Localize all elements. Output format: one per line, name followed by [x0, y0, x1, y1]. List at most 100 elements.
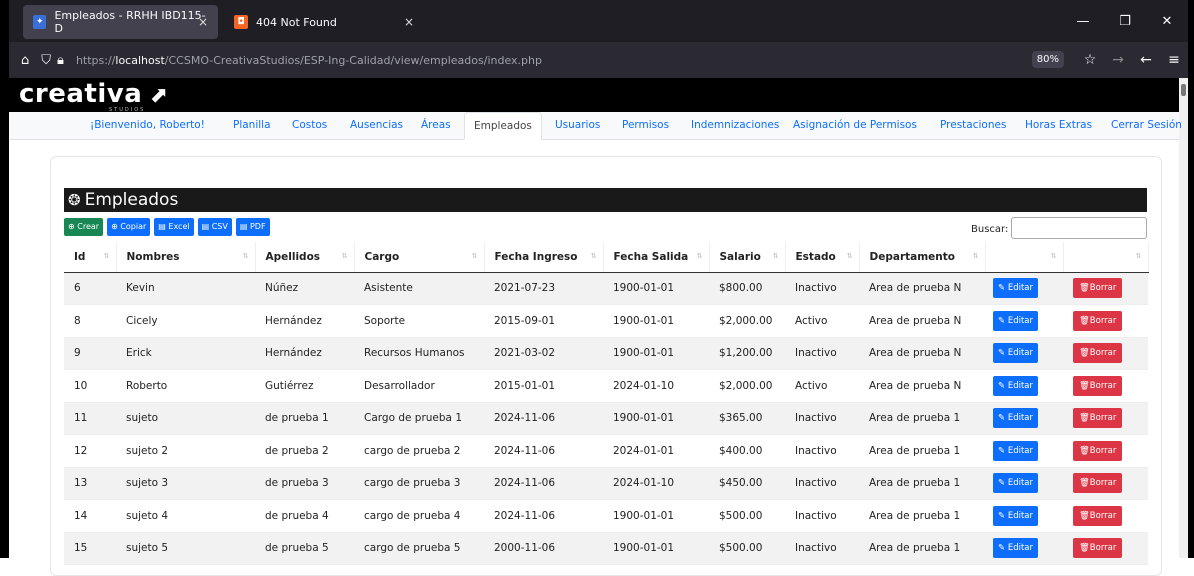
table-cell: 2024-01-10	[603, 369, 709, 403]
menu-item-areas[interactable]: Áreas	[421, 112, 451, 140]
zoom-badge[interactable]: 80%	[1031, 51, 1064, 68]
menu-item-permisos[interactable]: Permisos	[622, 112, 669, 140]
table-cell: Inactivo	[785, 272, 859, 305]
page-scrollbar[interactable]	[1179, 78, 1188, 558]
restore-icon[interactable]: ❐	[1104, 14, 1146, 29]
column-header[interactable]: ⇅	[985, 242, 1064, 273]
excel-button[interactable]: ▤ Excel	[154, 218, 194, 236]
delete-button[interactable]: 🗑︎Borrar	[1073, 440, 1123, 461]
menu-item-usuarios[interactable]: Usuarios	[555, 112, 600, 140]
delete-button[interactable]: 🗑︎Borrar	[1073, 343, 1123, 364]
column-header[interactable]: Cargo ⇅	[354, 242, 485, 273]
edit-icon: ✎	[998, 283, 1006, 294]
delete-button[interactable]: 🗑︎Borrar	[1073, 473, 1123, 494]
table-cell: Area de prueba 1	[859, 499, 985, 533]
menu-item-ausencias[interactable]: Ausencias	[350, 112, 403, 140]
delete-button[interactable]: 🗑︎Borrar	[1073, 505, 1123, 526]
edit-button[interactable]: ✎ Editar	[993, 473, 1038, 494]
sort-icon[interactable]: ⇅	[1136, 252, 1142, 260]
delete-button[interactable]: 🗑︎Borrar	[1073, 538, 1123, 559]
table-cell: Erick	[116, 337, 255, 370]
scrollbar-thumb[interactable]	[1181, 84, 1186, 96]
edit-button[interactable]: ✎ Editar	[993, 278, 1038, 299]
edit-button[interactable]: ✎ Editar	[993, 440, 1038, 461]
home-icon[interactable]: ⌂	[21, 53, 29, 68]
copy-button[interactable]: ⊕ Copiar	[107, 218, 151, 236]
browser-window: ✦ Empleados - RRHH IBD115-D × ◘ 404 Not …	[0, 0, 1194, 576]
tab-404[interactable]: ◘ 404 Not Found ×	[224, 5, 424, 39]
sort-icon[interactable]: ⇅	[697, 252, 703, 260]
column-header[interactable]: Estado ⇅	[785, 242, 860, 273]
menu-item-bienvenido[interactable]: ¡Bienvenido, Roberto!	[90, 112, 205, 140]
edit-button[interactable]: ✎ Editar	[993, 408, 1038, 429]
sort-icon[interactable]: ⇅	[472, 252, 478, 260]
sort-icon[interactable]: ⇅	[342, 252, 348, 260]
table-cell: 1900-01-01	[603, 532, 709, 565]
sort-icon[interactable]: ⇅	[243, 252, 249, 260]
column-header[interactable]: Id ⇅	[64, 242, 117, 273]
sort-icon[interactable]: ⇅	[591, 252, 597, 260]
edit-button[interactable]: ✎ Editar	[993, 375, 1038, 396]
column-header[interactable]: Fecha Salida ⇅	[603, 242, 710, 273]
forward-arrow-icon[interactable]: →	[1104, 52, 1132, 68]
menu-item-indemnizaciones[interactable]: Indemnizaciones	[691, 112, 779, 140]
menu-item-horas-extras[interactable]: Horas Extras	[1025, 112, 1092, 140]
lock-icon[interactable]: 🔒︎	[57, 53, 64, 68]
table-cell: 2024-11-06	[484, 467, 603, 500]
column-header[interactable]: Nombres ⇅	[116, 242, 256, 273]
create-button[interactable]: ⊕ Crear	[64, 218, 104, 236]
delete-button[interactable]: 🗑︎Borrar	[1073, 408, 1123, 429]
menu-icon[interactable]: ≡	[1160, 52, 1188, 68]
table-cell: sujeto 4	[116, 499, 255, 533]
column-header[interactable]: ⇅	[1063, 242, 1149, 273]
close-tab-icon[interactable]: ×	[404, 15, 414, 29]
column-header[interactable]: Apellidos ⇅	[255, 242, 355, 273]
column-header[interactable]: Salario ⇅	[709, 242, 786, 273]
sort-icon[interactable]: ⇅	[773, 252, 779, 260]
sort-icon[interactable]: ⇅	[847, 252, 853, 260]
edit-button[interactable]: ✎ Editar	[993, 310, 1038, 331]
delete-button[interactable]: 🗑︎Borrar	[1073, 278, 1123, 299]
table-cell: 1900-01-01	[603, 304, 709, 338]
close-tab-icon[interactable]: ×	[198, 15, 208, 29]
menu-item-asignacion-permisos[interactable]: Asignación de Permisos	[793, 112, 917, 140]
delete-button[interactable]: 🗑︎Borrar	[1073, 375, 1123, 396]
pdf-button[interactable]: ▤ PDF	[235, 218, 270, 236]
search-input[interactable]	[1011, 217, 1147, 239]
table-cell: Soporte	[354, 304, 484, 338]
table-row: 10 Roberto Gutiérrez Desarrollador 2015-01-0…	[64, 369, 1148, 403]
menu-item-costos[interactable]: Costos	[292, 112, 327, 140]
column-header[interactable]: Fecha Ingreso ⇅	[484, 242, 604, 273]
brand-logo[interactable]: creativa ⬈ STUDIOS	[19, 79, 169, 113]
table-cell: $400.00	[709, 434, 785, 468]
menu-item-cerrar-sesion[interactable]: Cerrar Sesión	[1111, 112, 1182, 140]
edit-button[interactable]: ✎ Editar	[993, 538, 1038, 559]
table-row: 6 Kevin Núñez Asistente 2021-07-23 1900-01-01…	[64, 272, 1148, 305]
back-arrow-icon[interactable]: ←	[1132, 52, 1160, 68]
menu-item-planilla[interactable]: Planilla	[233, 112, 271, 140]
delete-label: Borrar	[1089, 348, 1117, 359]
minimize-icon[interactable]: —	[1062, 14, 1104, 29]
column-header[interactable]: Departamento ⇅	[859, 242, 986, 273]
delete-label: Borrar	[1089, 380, 1117, 391]
menu-item-prestaciones[interactable]: Prestaciones	[940, 112, 1006, 140]
sort-icon[interactable]: ⇅	[1051, 252, 1057, 260]
sort-icon[interactable]: ⇅	[973, 252, 979, 260]
edit-button[interactable]: ✎ Editar	[993, 505, 1038, 526]
search-label: Buscar:	[971, 224, 1009, 235]
delete-button[interactable]: 🗑︎Borrar	[1073, 310, 1123, 331]
table-cell: de prueba 1	[255, 402, 354, 435]
shield-icon[interactable]: ⛉	[41, 53, 51, 68]
tab-empleados[interactable]: ✦ Empleados - RRHH IBD115-D ×	[23, 5, 218, 39]
edit-button[interactable]: ✎ Editar	[993, 343, 1038, 364]
table-cell: cargo de prueba 4	[354, 499, 484, 533]
csv-button[interactable]: ▤ CSV	[197, 218, 232, 236]
url-field[interactable]: https://localhost/CCSMO-CreativaStudios/…	[76, 54, 542, 67]
edit-cell: ✎ Editar	[985, 434, 1063, 468]
sort-icon[interactable]: ⇅	[104, 252, 110, 260]
column-header-label: Fecha Salida	[613, 250, 689, 263]
bookmark-star-icon[interactable]: ☆	[1076, 52, 1104, 68]
url-prefix: https://	[75, 53, 116, 67]
close-window-icon[interactable]: ✕	[1146, 14, 1188, 29]
menu-item-empleados[interactable]: Empleados	[464, 112, 542, 140]
